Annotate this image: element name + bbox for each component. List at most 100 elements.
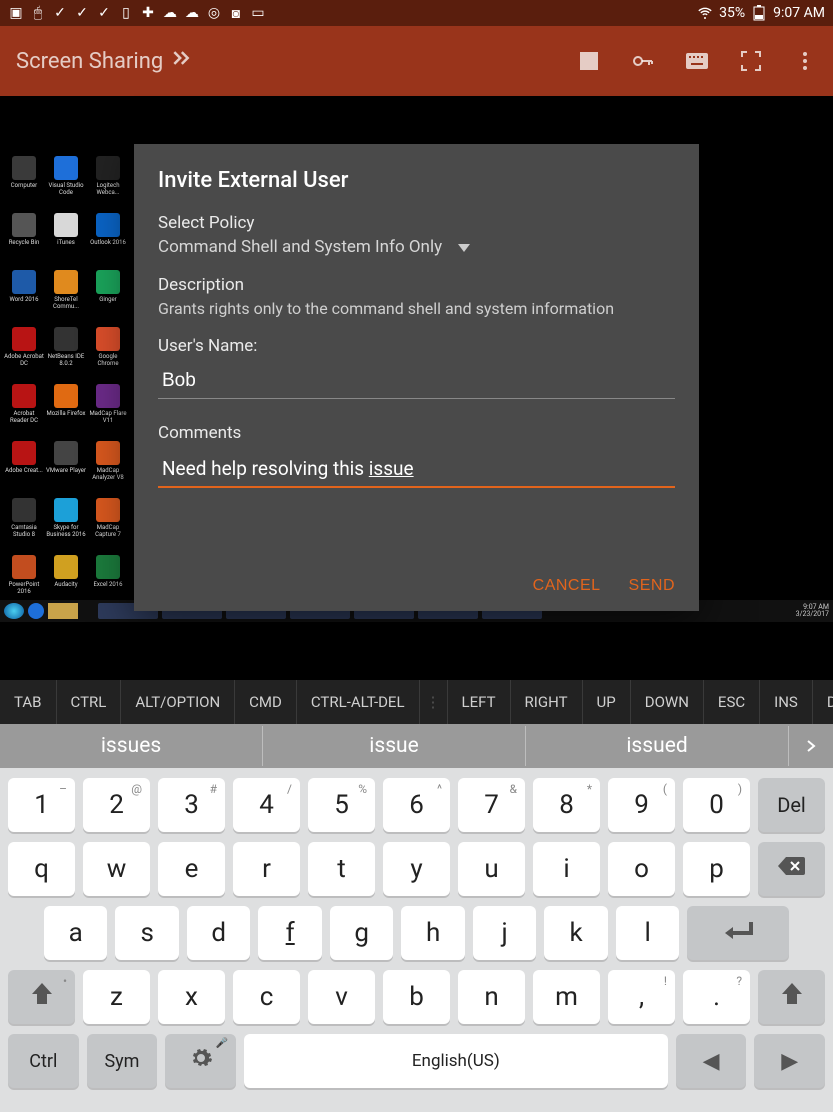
key-j[interactable]: j <box>473 906 536 960</box>
keyboard-icon[interactable] <box>685 49 709 73</box>
cloud-icon: ☁ <box>184 5 200 21</box>
special-key-ins[interactable]: INS <box>760 680 813 724</box>
chevron-down-icon <box>458 237 470 257</box>
key-8[interactable]: 8* <box>533 778 600 832</box>
key-x[interactable]: x <box>158 970 225 1024</box>
send-button[interactable]: SEND <box>629 577 675 595</box>
cancel-button[interactable]: CANCEL <box>533 577 601 595</box>
key-c[interactable]: c <box>233 970 300 1024</box>
key-q[interactable]: q <box>8 842 75 896</box>
gear-icon <box>189 1046 213 1076</box>
keyboard-suggestion-bar: issues issue issued <box>0 724 833 768</box>
key-0[interactable]: 0) <box>683 778 750 832</box>
chevron-double-right-icon <box>171 48 191 74</box>
special-key-esc[interactable]: ESC <box>704 680 760 724</box>
key-1[interactable]: 1– <box>8 778 75 832</box>
key-z[interactable]: z <box>83 970 150 1024</box>
key-cursor-right[interactable]: ▶ <box>754 1034 825 1088</box>
special-key-down[interactable]: DOWN <box>631 680 704 724</box>
key-v[interactable]: v <box>308 970 375 1024</box>
special-key-del[interactable]: DEL <box>813 680 833 724</box>
suggestion-expand-icon[interactable] <box>789 739 833 753</box>
key-l[interactable]: l <box>616 906 679 960</box>
comments-label: Comments <box>158 423 675 443</box>
desktop-shortcut: MadCap Analyzer V8 <box>88 441 128 496</box>
desktop-shortcut: Logitech Webca... <box>88 156 128 211</box>
key-m[interactable]: m <box>533 970 600 1024</box>
wifi-icon <box>697 5 713 21</box>
key-.[interactable]: .? <box>683 970 750 1024</box>
policy-dropdown[interactable]: Command Shell and System Info Only <box>158 237 675 257</box>
key-icon[interactable] <box>631 49 655 73</box>
comments-input[interactable]: Need help resolving this issue <box>158 447 675 488</box>
key-shift[interactable]: • <box>8 970 75 1024</box>
key-t[interactable]: t <box>308 842 375 896</box>
picture-icon: ▣ <box>8 5 24 21</box>
more-vert-icon[interactable] <box>793 49 817 73</box>
suggestion-item[interactable]: issues <box>0 726 263 766</box>
backspace-icon <box>777 855 807 883</box>
key-y[interactable]: y <box>383 842 450 896</box>
special-key-ctrl-alt-del[interactable]: CTRL-ALT-DEL <box>297 680 420 724</box>
key-6[interactable]: 6^ <box>383 778 450 832</box>
desktop-shortcut: Google Chrome <box>88 327 128 382</box>
special-key-cmd[interactable]: CMD <box>235 680 297 724</box>
key-d[interactable]: d <box>187 906 250 960</box>
key-ctrl[interactable]: Ctrl <box>8 1034 79 1088</box>
special-key-ctrl[interactable]: CTRL <box>57 680 122 724</box>
plus-icon: ✚ <box>140 5 156 21</box>
key-settings[interactable]: 🎤 <box>165 1034 236 1088</box>
suggestion-item[interactable]: issue <box>263 726 526 766</box>
special-key-up[interactable]: UP <box>583 680 631 724</box>
key-k[interactable]: k <box>544 906 607 960</box>
desktop-shortcut: Mozilla Firefox <box>46 384 86 439</box>
key-sym[interactable]: Sym <box>87 1034 158 1088</box>
key-backspace[interactable] <box>758 842 825 896</box>
policy-selected-value: Command Shell and System Info Only <box>158 237 442 257</box>
key-shift[interactable] <box>758 970 825 1024</box>
special-keys-bar: TABCTRLALT/OPTIONCMDCTRL-ALT-DEL⋮LEFTRIG… <box>0 680 833 724</box>
special-key-left[interactable]: LEFT <box>448 680 511 724</box>
desktop-shortcut: Skype for Business 2016 <box>46 498 86 553</box>
special-key-right[interactable]: RIGHT <box>511 680 583 724</box>
key-i[interactable]: i <box>533 842 600 896</box>
key-4[interactable]: 4/ <box>233 778 300 832</box>
key-2[interactable]: 2@ <box>83 778 150 832</box>
key-u[interactable]: u <box>458 842 525 896</box>
key-Del[interactable]: Del <box>758 778 825 832</box>
stop-icon[interactable] <box>577 49 601 73</box>
key-a[interactable]: a <box>44 906 107 960</box>
key-3[interactable]: 3# <box>158 778 225 832</box>
key-f[interactable]: f <box>258 906 321 960</box>
key-n[interactable]: n <box>458 970 525 1024</box>
suggestion-item[interactable]: issued <box>526 726 789 766</box>
key-5[interactable]: 5% <box>308 778 375 832</box>
special-key-tab[interactable]: TAB <box>0 680 57 724</box>
key-p[interactable]: p <box>683 842 750 896</box>
fullscreen-icon[interactable] <box>739 49 763 73</box>
key-h[interactable]: h <box>401 906 464 960</box>
key-o[interactable]: o <box>608 842 675 896</box>
key-b[interactable]: b <box>383 970 450 1024</box>
desktop-shortcut: NetBeans IDE 8.0.2 <box>46 327 86 382</box>
key-space[interactable]: English(US) <box>244 1034 668 1088</box>
key-9[interactable]: 9( <box>608 778 675 832</box>
key-,[interactable]: ,! <box>608 970 675 1024</box>
special-key-alt-option[interactable]: ALT/OPTION <box>121 680 235 724</box>
key-enter[interactable] <box>687 906 789 960</box>
key-s[interactable]: s <box>115 906 178 960</box>
desktop-shortcut: Camtasia Studio 8 <box>4 498 44 553</box>
key-cursor-left[interactable]: ◀ <box>676 1034 747 1088</box>
key-7[interactable]: 7& <box>458 778 525 832</box>
desktop-shortcut: ShoreTel Commu... <box>46 270 86 325</box>
screen-sharing-title[interactable]: Screen Sharing <box>16 48 191 74</box>
username-input[interactable] <box>158 360 675 399</box>
desktop-shortcut: Word 2016 <box>4 270 44 325</box>
key-w[interactable]: w <box>83 842 150 896</box>
key-e[interactable]: e <box>158 842 225 896</box>
triangle-left-icon: ◀ <box>703 1049 720 1074</box>
key-r[interactable]: r <box>233 842 300 896</box>
briefcase-icon: ▭ <box>250 5 266 21</box>
special-key--: ⋮ <box>420 680 448 724</box>
key-g[interactable]: g <box>330 906 393 960</box>
